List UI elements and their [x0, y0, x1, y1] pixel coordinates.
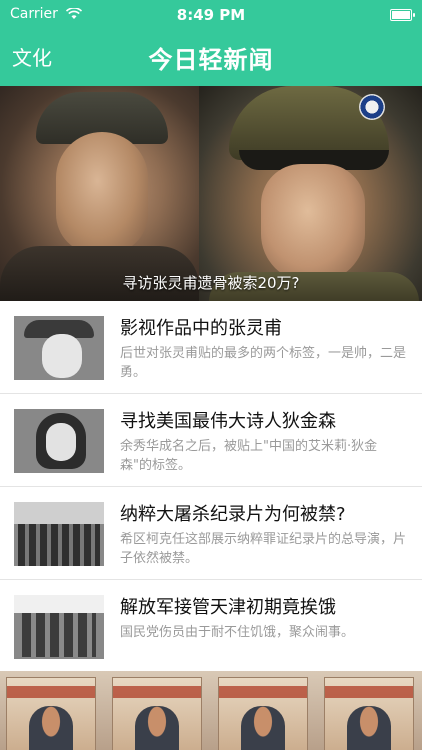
article-list: 影视作品中的张灵甫 后世对张灵甫贴的最多的两个标签，一是帅，二是勇。 寻找美国最… — [0, 301, 422, 672]
cap-badge-icon — [359, 94, 385, 120]
poster-image — [6, 677, 96, 750]
list-item[interactable]: 纳粹大屠杀纪录片为何被禁? 希区柯克任这部展示纳粹罪证纪录片的总导演，片子依然被… — [0, 487, 422, 580]
list-item[interactable]: 寻找美国最伟大诗人狄金森 余秀华成名之后，被贴上"中国的艾米莉·狄金森"的标签。 — [0, 394, 422, 487]
hero-caption: 寻访张灵甫遗骨被索20万? — [122, 274, 300, 292]
article-thumbnail — [14, 316, 104, 380]
top-bar: Carrier 8:49 PM 文化 今日轻新闻 — [0, 0, 422, 86]
article-title: 寻找美国最伟大诗人狄金森 — [120, 411, 336, 432]
article-summary: 后世对张灵甫贴的最多的两个标签，一是帅，二是勇。 — [120, 346, 407, 380]
article-title: 影视作品中的张灵甫 — [120, 318, 282, 339]
poster-image — [218, 677, 308, 750]
article-summary: 希区柯克任这部展示纳粹罪证纪录片的总导演，片子依然被禁。 — [120, 532, 407, 566]
status-bar: Carrier 8:49 PM — [0, 0, 422, 30]
hero-banner[interactable]: 寻访张灵甫遗骨被索20万? — [0, 86, 422, 301]
article-summary: 余秀华成名之后，被贴上"中国的艾米莉·狄金森"的标签。 — [120, 439, 378, 473]
nav-bar: 文化 今日轻新闻 — [0, 30, 422, 86]
next-banner[interactable] — [0, 671, 422, 750]
poster-image — [324, 677, 414, 750]
article-thumbnail — [14, 502, 104, 566]
article-thumbnail — [14, 595, 104, 659]
clock: 8:49 PM — [176, 6, 246, 24]
article-title: 解放军接管天津初期竟挨饿 — [120, 597, 336, 618]
poster-image — [112, 677, 202, 750]
page-title: 今日轻新闻 — [148, 46, 274, 74]
hero-photo-left — [0, 86, 199, 301]
article-thumbnail — [14, 409, 104, 473]
hero-photo-right — [199, 86, 422, 301]
article-summary: 国民党伤员由于耐不住饥饿，聚众闹事。 — [120, 625, 355, 640]
battery-icon — [390, 9, 415, 21]
article-title: 纳粹大屠杀纪录片为何被禁? — [120, 504, 346, 525]
list-item[interactable]: 解放军接管天津初期竟挨饿 国民党伤员由于耐不住饥饿，聚众闹事。 — [0, 580, 422, 672]
list-item[interactable]: 影视作品中的张灵甫 后世对张灵甫贴的最多的两个标签，一是帅，二是勇。 — [0, 301, 422, 394]
